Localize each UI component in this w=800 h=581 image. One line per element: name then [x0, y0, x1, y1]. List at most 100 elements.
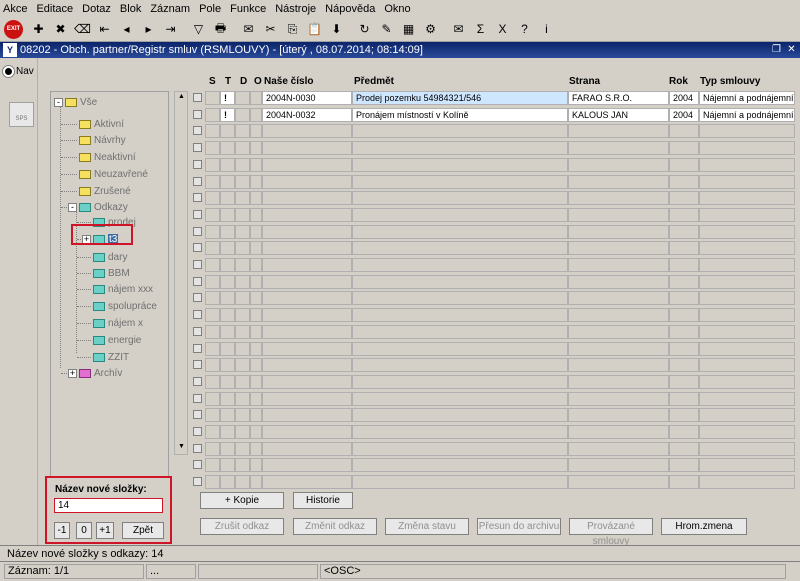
cell-predmet[interactable] [352, 241, 568, 256]
cell-predmet[interactable] [352, 391, 568, 406]
cell-d[interactable] [235, 341, 250, 356]
col-header-s[interactable]: S [209, 74, 216, 90]
cell-t[interactable]: ! [220, 91, 235, 105]
cell-predmet[interactable] [352, 141, 568, 156]
cell-nase_cislo[interactable] [262, 191, 352, 206]
plus-one-button[interactable]: +1 [96, 522, 114, 539]
cell-s[interactable] [205, 91, 220, 105]
col-header-nase-cislo[interactable]: Naše číslo [264, 74, 313, 90]
cell-rok[interactable]: 2004 [669, 91, 699, 105]
cell-predmet[interactable]: Prodej pozemku 54984321/546 [352, 91, 568, 105]
menu-item-4[interactable]: Záznam [150, 3, 190, 15]
cell-strana[interactable] [568, 191, 669, 206]
row-select-checkbox[interactable] [193, 260, 202, 269]
cell-nase_cislo[interactable] [262, 258, 352, 272]
cell-typ[interactable] [699, 258, 795, 272]
cell-predmet[interactable] [352, 207, 568, 222]
cell-t[interactable] [220, 191, 235, 206]
back-button[interactable]: Zpět [122, 522, 164, 539]
cell-o[interactable] [250, 124, 262, 139]
cell-o[interactable] [250, 91, 262, 105]
next-record-icon[interactable]: ▸ [139, 20, 158, 39]
cell-s[interactable] [205, 191, 220, 206]
cell-rok[interactable] [669, 207, 699, 222]
row-select-checkbox[interactable] [193, 477, 202, 487]
col-header-t[interactable]: T [225, 74, 231, 90]
cell-rok[interactable] [669, 241, 699, 256]
cell-predmet[interactable]: Pronájem místností v Kolíně [352, 107, 568, 122]
cell-o[interactable] [250, 274, 262, 289]
col-header-o[interactable]: O [254, 74, 262, 90]
cut-icon[interactable]: ✂ [261, 20, 280, 39]
cell-predmet[interactable] [352, 458, 568, 473]
cell-o[interactable] [250, 224, 262, 239]
cell-s[interactable] [205, 458, 220, 473]
cell-s[interactable] [205, 358, 220, 373]
row-select-checkbox[interactable] [193, 460, 202, 470]
delete-record-icon[interactable]: ✖ [51, 20, 70, 39]
cell-rok[interactable] [669, 258, 699, 272]
row-select-checkbox[interactable] [193, 276, 202, 286]
menu-item-7[interactable]: Nástroje [275, 3, 316, 15]
row-select-checkbox[interactable] [193, 209, 202, 219]
tree-node-odkazy-8[interactable]: ZZIT [93, 351, 129, 363]
cell-predmet[interactable] [352, 475, 568, 490]
cell-t[interactable] [220, 124, 235, 139]
cell-nase_cislo[interactable] [262, 241, 352, 256]
tree-node-root[interactable]: - Vše [54, 96, 97, 108]
cell-strana[interactable] [568, 341, 669, 356]
row-select-checkbox[interactable] [193, 376, 202, 386]
table-row[interactable] [189, 341, 797, 356]
cell-predmet[interactable] [352, 124, 568, 139]
paste-icon[interactable]: 📋 [305, 20, 324, 39]
menu-item-2[interactable]: Dotaz [82, 3, 111, 15]
menu-item-3[interactable]: Blok [120, 3, 141, 15]
cell-nase_cislo[interactable]: 2004N-0030 [262, 91, 352, 105]
cell-predmet[interactable] [352, 408, 568, 423]
cell-strana[interactable] [568, 174, 669, 189]
cell-s[interactable] [205, 241, 220, 256]
cell-o[interactable] [250, 441, 262, 456]
cell-strana[interactable] [568, 408, 669, 423]
col-header-strana[interactable]: Strana [569, 74, 600, 90]
cell-t[interactable] [220, 174, 235, 189]
col-header-rok[interactable]: Rok [669, 74, 688, 90]
cell-d[interactable] [235, 207, 250, 222]
cell-rok[interactable] [669, 341, 699, 356]
cell-s[interactable] [205, 258, 220, 272]
cell-t[interactable] [220, 324, 235, 339]
cell-o[interactable] [250, 475, 262, 490]
row-select-checkbox[interactable] [193, 176, 202, 186]
expander-icon[interactable]: - [68, 202, 77, 212]
row-select-checkbox[interactable] [193, 93, 202, 102]
expander-icon[interactable]: + [68, 368, 77, 378]
cell-t[interactable] [220, 425, 235, 439]
cell-o[interactable] [250, 157, 262, 172]
col-header-typ[interactable]: Typ smlouvy [700, 74, 760, 90]
cell-d[interactable] [235, 291, 250, 306]
cell-s[interactable] [205, 374, 220, 389]
cell-nase_cislo[interactable] [262, 358, 352, 373]
cell-s[interactable] [205, 425, 220, 439]
row-select-checkbox[interactable] [193, 159, 202, 169]
settings-icon[interactable]: ⚙ [421, 20, 440, 39]
cell-o[interactable] [250, 174, 262, 189]
cell-o[interactable] [250, 374, 262, 389]
cell-typ[interactable] [699, 441, 795, 456]
table-row[interactable] [189, 425, 797, 439]
calculator-icon[interactable]: ▦ [399, 20, 418, 39]
cell-strana[interactable] [568, 207, 669, 222]
cell-o[interactable] [250, 358, 262, 373]
tree-node-odkazy-5[interactable]: spolupráce [93, 300, 157, 312]
cell-t[interactable] [220, 224, 235, 239]
table-row[interactable] [189, 241, 797, 256]
cell-predmet[interactable] [352, 441, 568, 456]
cell-d[interactable] [235, 191, 250, 206]
cell-typ[interactable] [699, 425, 795, 439]
cell-s[interactable] [205, 324, 220, 339]
cell-t[interactable] [220, 458, 235, 473]
close-window-icon[interactable]: ✕ [785, 43, 798, 56]
cell-predmet[interactable] [352, 174, 568, 189]
cell-rok[interactable] [669, 358, 699, 373]
cell-strana[interactable] [568, 475, 669, 490]
